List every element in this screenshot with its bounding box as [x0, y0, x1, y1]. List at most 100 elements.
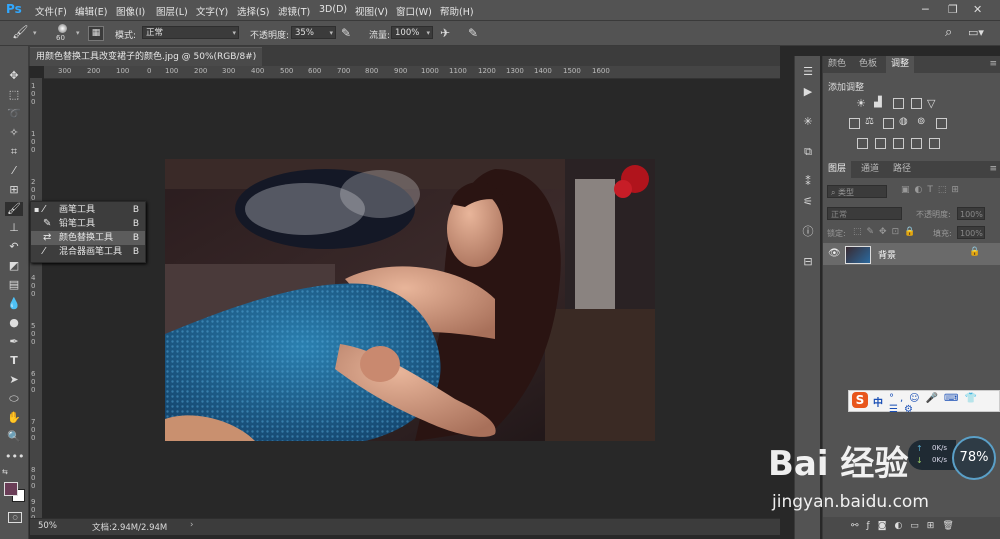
menu-layer[interactable]: 图层(L) — [156, 4, 188, 18]
navigator-icon[interactable]: ✳ — [800, 114, 816, 130]
color-lookup-icon[interactable] — [936, 118, 947, 129]
menu-help[interactable]: 帮助(H) — [440, 4, 474, 18]
tab-channels[interactable]: 通道 — [856, 161, 884, 178]
crop-tool-icon[interactable]: ⌗ — [5, 145, 23, 159]
info-icon[interactable]: ⓘ — [800, 224, 816, 240]
document-photo[interactable] — [165, 159, 655, 441]
flyout-item-mixer-brush-tool[interactable]: ⁄ 混合器画笔工具 B — [31, 245, 145, 259]
menu-view[interactable]: 视图(V) — [355, 4, 388, 18]
menu-file[interactable]: 文件(F) — [35, 4, 67, 18]
actions-play-icon[interactable]: ▶ — [800, 84, 816, 100]
layer-row[interactable]: 👁 背景 🔒 — [823, 243, 1000, 265]
opacity-input[interactable]: 35% ▾ — [291, 26, 336, 39]
flyout-item-pencil-tool[interactable]: ✎ 铅笔工具 B — [31, 217, 145, 231]
chevron-right-icon[interactable]: › — [190, 520, 193, 530]
workspace-icon[interactable]: ▭▾ — [968, 26, 984, 39]
panel-menu-icon[interactable]: ≡ — [989, 164, 997, 174]
layer-filter-kind[interactable]: ⌕ 类型 — [827, 185, 887, 198]
airbrush-icon[interactable]: ✈ — [440, 26, 450, 40]
tab-paths[interactable]: 路径 — [888, 161, 916, 178]
brush-tool-icon[interactable]: 🖌 — [12, 25, 29, 40]
menu-3d[interactable]: 3D(D) — [319, 4, 347, 15]
menu-filter[interactable]: 滤镜(T) — [278, 4, 310, 18]
ime-tool-icons[interactable]: °,☺🎤⌨👕☰⚙ — [889, 393, 999, 415]
hand-tool-icon[interactable]: ✋ — [5, 411, 23, 425]
menu-select[interactable]: 选择(S) — [237, 4, 269, 18]
layer-filter-icons[interactable]: ▣◐T⬚⊞ — [901, 185, 964, 195]
menu-window[interactable]: 窗口(W) — [396, 4, 432, 18]
channel-mixer-icon[interactable]: ⊚ — [917, 116, 925, 127]
selective-color-icon[interactable] — [929, 138, 940, 149]
flyout-item-color-replacement-tool[interactable]: ⇄ 颜色替换工具 B — [31, 231, 145, 245]
ime-mode[interactable]: 中 — [873, 394, 883, 409]
gradient-map-icon[interactable] — [911, 138, 922, 149]
zoom-level[interactable]: 50% — [38, 521, 57, 531]
close-icon[interactable]: ✕ — [973, 3, 982, 16]
lasso-tool-icon[interactable]: ➰ — [5, 107, 23, 121]
hue-saturation-icon[interactable] — [849, 118, 860, 129]
clone-stamp-tool-icon[interactable]: ⊥ — [5, 221, 23, 235]
tab-color[interactable]: 颜色 — [823, 56, 851, 73]
flow-input[interactable]: 100% ▾ — [391, 26, 433, 39]
pressure-size-icon[interactable]: ✎ — [468, 26, 478, 40]
marquee-tool-icon[interactable]: ⬚ — [5, 88, 23, 102]
black-white-icon[interactable] — [883, 118, 894, 129]
flyout-item-brush-tool[interactable]: ▪ ⁄ 画笔工具 B — [31, 203, 145, 217]
restore-icon[interactable]: ❐ — [948, 3, 958, 16]
mode-select[interactable]: 正常 ▾ — [142, 26, 239, 39]
swap-colors-icon[interactable]: ⇆ — [2, 468, 8, 476]
brush-preset-picker[interactable]: 60 — [53, 24, 73, 44]
blend-mode-select[interactable]: 正常 — [827, 207, 902, 220]
quick-mask-icon[interactable]: ○ — [8, 512, 22, 523]
zoom-tool-icon[interactable]: 🔍 — [5, 430, 23, 444]
history-brush-tool-icon[interactable]: ↶ — [5, 240, 23, 254]
gradient-tool-icon[interactable]: ▤ — [5, 278, 23, 292]
blur-tool-icon[interactable]: 💧 — [5, 297, 23, 311]
quick-select-tool-icon[interactable]: ✧ — [5, 126, 23, 140]
threshold-icon[interactable] — [893, 138, 904, 149]
dodge-tool-icon[interactable]: ● — [5, 316, 23, 330]
layer-footer-icons[interactable]: ⚯ƒ◙◐▭⊞🗑 — [851, 521, 962, 531]
fill-input[interactable]: 100% — [957, 226, 985, 239]
path-select-tool-icon[interactable]: ➤ — [5, 373, 23, 387]
pressure-opacity-icon[interactable]: ✎ — [341, 26, 351, 40]
tab-adjustments[interactable]: 调整 — [886, 56, 915, 73]
menu-edit[interactable]: 编辑(E) — [75, 4, 107, 18]
levels-icon[interactable]: ▟ — [874, 97, 882, 108]
brightness-icon[interactable]: ☀ — [856, 97, 866, 110]
clone-source-icon[interactable]: ⊟ — [800, 254, 816, 270]
adjust-sliders-icon[interactable]: ⚟ — [800, 194, 816, 210]
document-tab[interactable]: 用颜色替换工具改变裙子的颜色.jpg @ 50%(RGB/8#) — [30, 47, 263, 66]
brush-tool-icon[interactable]: 🖌 — [5, 202, 23, 216]
posterize-icon[interactable] — [875, 138, 886, 149]
vibrance-icon[interactable]: ▽ — [927, 97, 935, 110]
panel-menu-icon[interactable]: ≡ — [989, 59, 997, 69]
exposure-icon[interactable] — [911, 98, 922, 109]
menu-image[interactable]: 图像(I) — [116, 4, 145, 18]
brush-settings-icon[interactable]: ⁑ — [800, 174, 816, 190]
minimize-icon[interactable]: ─ — [922, 3, 929, 16]
photo-filter-icon[interactable]: ◍ — [899, 116, 908, 127]
tab-swatches[interactable]: 色板 — [854, 56, 882, 73]
eyedropper-tool-icon[interactable]: ⁄ — [5, 164, 23, 178]
healing-brush-tool-icon[interactable]: ⊞ — [5, 183, 23, 197]
lock-icons[interactable]: ⬚✎✥⊡🔒 — [853, 227, 920, 237]
move-tool-icon[interactable]: ✥ — [5, 69, 23, 83]
pen-tool-icon[interactable]: ✒ — [5, 335, 23, 349]
brush-panel-toggle-icon[interactable]: ▦ — [88, 26, 104, 41]
dropdown-caret-icon[interactable]: ▾ — [33, 29, 37, 37]
curves-icon[interactable] — [893, 98, 904, 109]
eraser-tool-icon[interactable]: ◩ — [5, 259, 23, 273]
shape-tool-icon[interactable]: ⬭ — [5, 392, 23, 406]
history-icon[interactable]: ☰ — [800, 64, 816, 80]
tab-layers[interactable]: 图层 — [823, 161, 852, 178]
foreground-color-swatch[interactable] — [4, 482, 18, 496]
invert-icon[interactable] — [857, 138, 868, 149]
color-balance-icon[interactable]: ⚖ — [865, 116, 874, 127]
dropdown-caret-icon[interactable]: ▾ — [76, 29, 80, 37]
search-icon[interactable]: ⌕ — [945, 25, 952, 40]
eye-icon[interactable]: 👁 — [828, 248, 841, 259]
properties-icon[interactable]: ⧉ — [800, 144, 816, 160]
menu-type[interactable]: 文字(Y) — [196, 4, 228, 18]
more-tools-icon[interactable]: ••• — [5, 450, 24, 464]
